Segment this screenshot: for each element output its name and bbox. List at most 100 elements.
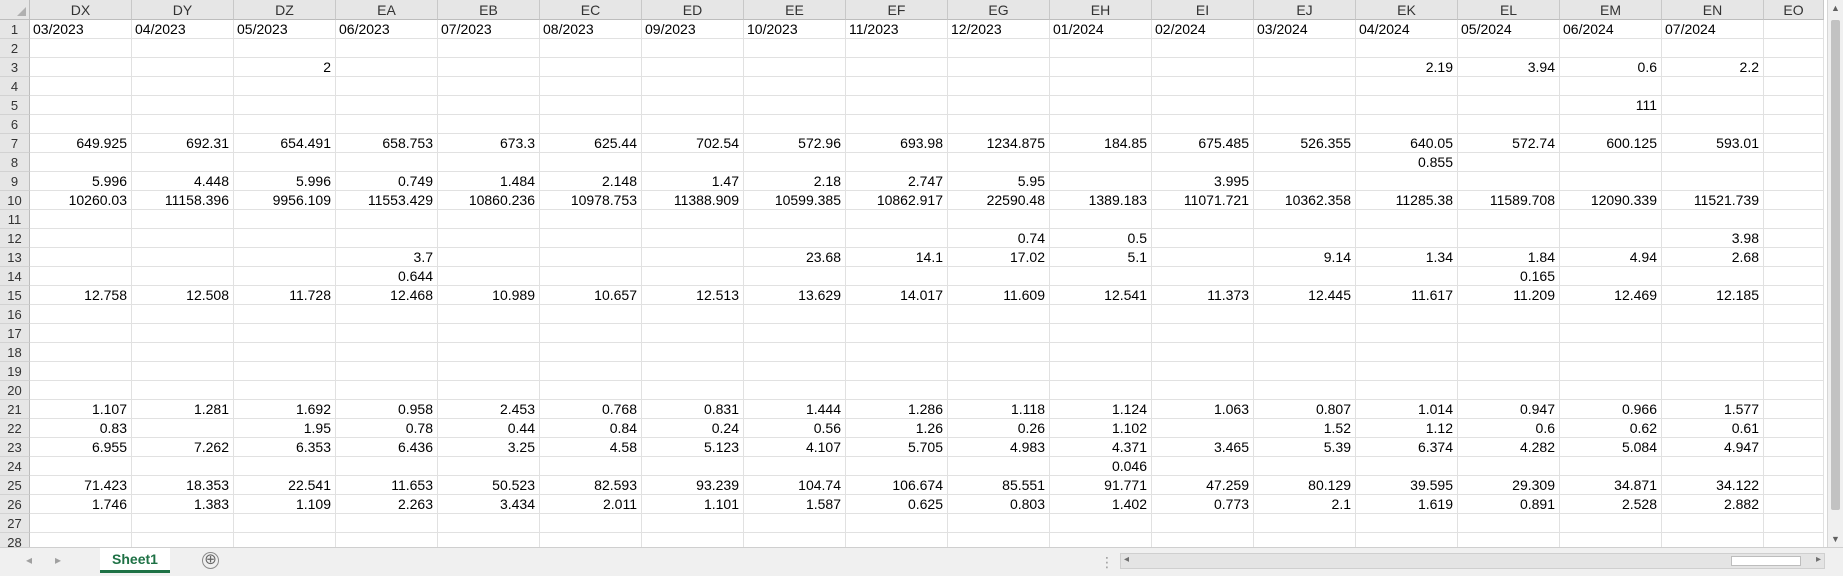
cell[interactable]	[336, 96, 438, 115]
cell[interactable]: 1.34	[1356, 248, 1458, 267]
cell[interactable]	[1458, 343, 1560, 362]
cell[interactable]: 0.807	[1254, 400, 1356, 419]
cell[interactable]	[438, 77, 540, 96]
cell[interactable]: 1.383	[132, 495, 234, 514]
cell[interactable]	[1050, 343, 1152, 362]
cell[interactable]	[132, 343, 234, 362]
cell[interactable]: 1.587	[744, 495, 846, 514]
cell[interactable]: 82.593	[540, 476, 642, 495]
cell[interactable]	[336, 77, 438, 96]
cell[interactable]	[1662, 305, 1764, 324]
cell[interactable]	[744, 514, 846, 533]
cell[interactable]	[744, 267, 846, 286]
cell[interactable]	[336, 533, 438, 547]
cell[interactable]	[438, 115, 540, 134]
cell[interactable]: 05/2023	[234, 20, 336, 39]
row-header[interactable]: 6	[0, 115, 30, 134]
cell[interactable]	[1254, 381, 1356, 400]
cell[interactable]	[1560, 362, 1662, 381]
cell[interactable]	[1560, 210, 1662, 229]
cell[interactable]: 1234.875	[948, 134, 1050, 153]
sheet-nav-next-icon[interactable]: ▸	[55, 553, 61, 567]
cell[interactable]: 0.768	[540, 400, 642, 419]
cell[interactable]	[948, 324, 1050, 343]
sheet-tab-sheet1[interactable]: Sheet1	[100, 548, 170, 573]
cell[interactable]: 4.448	[132, 172, 234, 191]
cell[interactable]	[1764, 96, 1824, 115]
cell[interactable]: 0.749	[336, 172, 438, 191]
cell[interactable]	[1254, 172, 1356, 191]
cell[interactable]: 673.3	[438, 134, 540, 153]
cell[interactable]	[438, 362, 540, 381]
cell[interactable]: 0.6	[1458, 419, 1560, 438]
cell[interactable]	[1050, 210, 1152, 229]
cell[interactable]: 0.644	[336, 267, 438, 286]
cell[interactable]: 10/2023	[744, 20, 846, 39]
cell[interactable]: 0.803	[948, 495, 1050, 514]
cell[interactable]	[1662, 533, 1764, 547]
cell[interactable]: 1.102	[1050, 419, 1152, 438]
cell[interactable]	[30, 324, 132, 343]
cell[interactable]	[744, 381, 846, 400]
cell[interactable]	[132, 267, 234, 286]
cell[interactable]	[1152, 58, 1254, 77]
cell[interactable]: 5.1	[1050, 248, 1152, 267]
cell[interactable]	[642, 96, 744, 115]
cell[interactable]	[1764, 419, 1824, 438]
cell[interactable]	[744, 39, 846, 58]
cell[interactable]: 1.118	[948, 400, 1050, 419]
cell[interactable]	[1764, 362, 1824, 381]
cell[interactable]: 0.046	[1050, 457, 1152, 476]
cell[interactable]: 1.47	[642, 172, 744, 191]
cell[interactable]	[1662, 172, 1764, 191]
cell[interactable]	[132, 248, 234, 267]
cell[interactable]	[1662, 514, 1764, 533]
cell[interactable]	[1152, 457, 1254, 476]
horizontal-scrollbar[interactable]: ◂ ▸	[1120, 553, 1825, 569]
cell[interactable]: 12090.339	[1560, 191, 1662, 210]
cell[interactable]: 17.02	[948, 248, 1050, 267]
cell[interactable]: 11.373	[1152, 286, 1254, 305]
cell[interactable]: 2.011	[540, 495, 642, 514]
cell[interactable]	[1458, 172, 1560, 191]
cell[interactable]	[1662, 210, 1764, 229]
cell[interactable]	[438, 324, 540, 343]
cell[interactable]	[948, 362, 1050, 381]
cell[interactable]	[438, 39, 540, 58]
cell[interactable]: 11388.909	[642, 191, 744, 210]
cell[interactable]	[132, 210, 234, 229]
cell[interactable]	[1458, 362, 1560, 381]
row-header[interactable]: 3	[0, 58, 30, 77]
cell[interactable]	[540, 58, 642, 77]
cell[interactable]: 640.05	[1356, 134, 1458, 153]
cell[interactable]	[30, 153, 132, 172]
cell[interactable]	[1764, 191, 1824, 210]
row-header[interactable]: 7	[0, 134, 30, 153]
cell[interactable]: 4.983	[948, 438, 1050, 457]
cell[interactable]: 1.84	[1458, 248, 1560, 267]
cell[interactable]: 649.925	[30, 134, 132, 153]
cell[interactable]	[132, 419, 234, 438]
cell[interactable]: 0.84	[540, 419, 642, 438]
cell[interactable]	[1152, 77, 1254, 96]
cell[interactable]	[1152, 210, 1254, 229]
cell[interactable]: 06/2024	[1560, 20, 1662, 39]
cell[interactable]	[642, 210, 744, 229]
column-header-eh[interactable]: EH	[1050, 0, 1152, 20]
cell[interactable]	[1254, 77, 1356, 96]
cell[interactable]	[1764, 248, 1824, 267]
cell[interactable]: 0.78	[336, 419, 438, 438]
cell[interactable]	[846, 362, 948, 381]
cell[interactable]	[744, 115, 846, 134]
cell[interactable]: 09/2023	[642, 20, 744, 39]
cell[interactable]: 0.6	[1560, 58, 1662, 77]
cell[interactable]	[948, 305, 1050, 324]
cell[interactable]: 04/2023	[132, 20, 234, 39]
cell[interactable]: 0.26	[948, 419, 1050, 438]
cell[interactable]: 2.19	[1356, 58, 1458, 77]
cell[interactable]	[438, 514, 540, 533]
cell[interactable]	[30, 96, 132, 115]
cell[interactable]	[1458, 533, 1560, 547]
row-header[interactable]: 27	[0, 514, 30, 533]
cell[interactable]	[744, 153, 846, 172]
